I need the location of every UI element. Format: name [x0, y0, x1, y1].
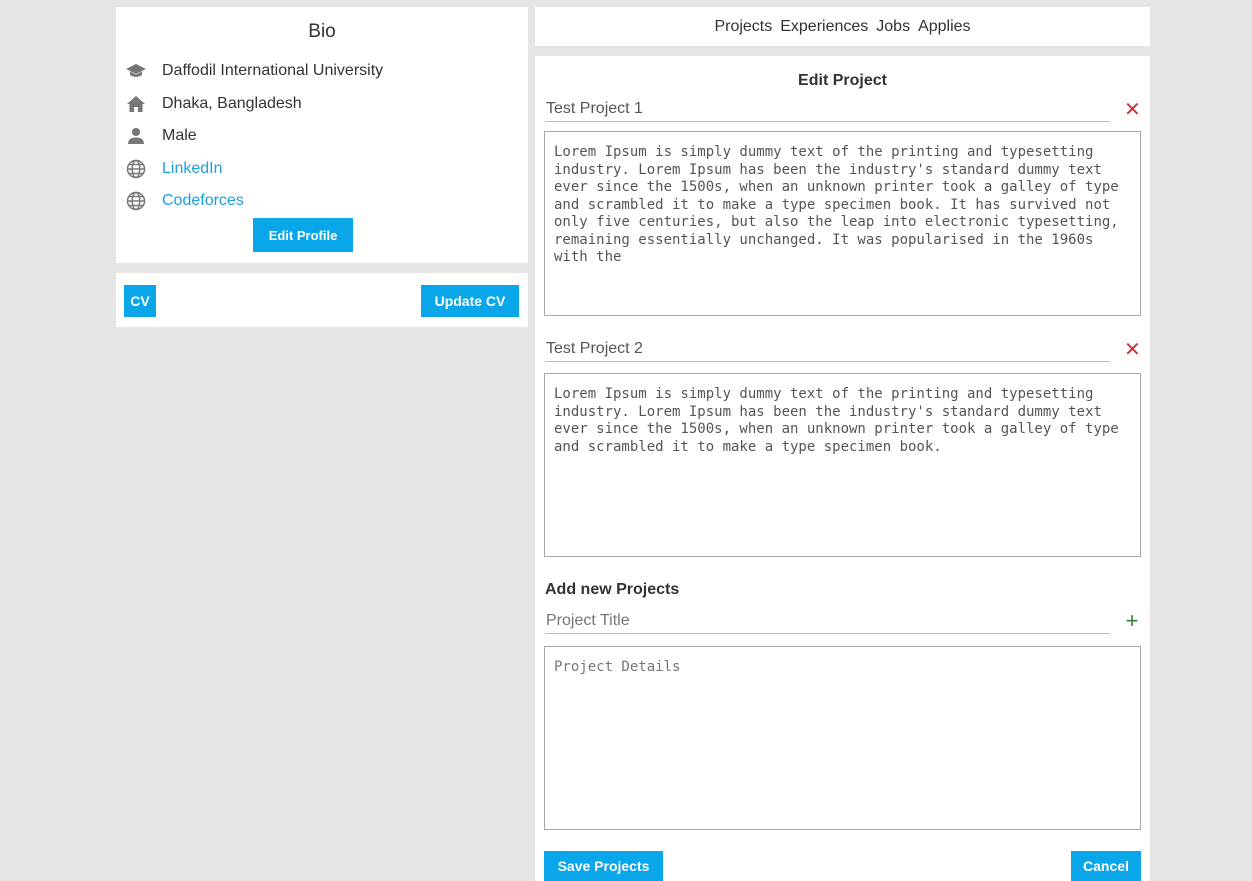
cv-button[interactable]: CV: [124, 285, 156, 317]
bio-university-row: Daffodil International University: [124, 59, 383, 83]
nav-jobs[interactable]: Jobs: [876, 18, 910, 36]
project-2-details-textarea[interactable]: Lorem Ipsum is simply dummy text of the …: [544, 373, 1141, 557]
bio-codeforces-row: Codeforces: [124, 189, 244, 213]
bio-title: Bio: [308, 21, 336, 42]
close-icon[interactable]: ✕: [1124, 100, 1141, 120]
bio-gender: Male: [162, 127, 197, 144]
globe-icon: [124, 191, 148, 211]
bio-university: Daffodil International University: [162, 62, 384, 79]
bio-location-row: Dhaka, Bangladesh: [124, 92, 302, 116]
new-project-title-input[interactable]: [545, 608, 1110, 634]
codeforces-link[interactable]: Codeforces: [162, 192, 244, 210]
edit-project-panel: Edit Project ✕ Lorem Ipsum is simply dum…: [535, 56, 1150, 881]
new-project-details-textarea[interactable]: [544, 646, 1141, 830]
graduation-cap-icon: [124, 61, 148, 81]
update-cv-button[interactable]: Update CV: [421, 285, 519, 317]
nav-experiences[interactable]: Experiences: [780, 18, 868, 36]
edit-profile-button[interactable]: Edit Profile: [253, 218, 353, 252]
close-icon[interactable]: ✕: [1124, 340, 1141, 360]
bio-location: Dhaka, Bangladesh: [162, 95, 302, 112]
nav-applies[interactable]: Applies: [918, 18, 970, 36]
nav-projects[interactable]: Projects: [714, 18, 772, 36]
linkedin-link[interactable]: LinkedIn: [162, 160, 223, 178]
edit-project-heading: Edit Project: [798, 72, 887, 89]
plus-icon[interactable]: +: [1124, 610, 1140, 632]
project-1-title-input[interactable]: [545, 96, 1110, 122]
add-new-projects-heading: Add new Projects: [545, 581, 680, 598]
bio-gender-row: Male: [124, 124, 197, 148]
globe-icon: [124, 159, 148, 179]
save-projects-button[interactable]: Save Projects: [544, 851, 663, 881]
top-nav: Projects Experiences Jobs Applies: [535, 7, 1150, 46]
nav-tabs: Projects Experiences Jobs Applies: [535, 7, 1150, 46]
cancel-button[interactable]: Cancel: [1071, 851, 1141, 881]
bio-panel: Bio Daffodil International University Dh…: [116, 7, 528, 263]
bio-linkedin-row: LinkedIn: [124, 157, 223, 181]
home-icon: [124, 94, 148, 114]
cv-panel: CV Update CV: [116, 273, 528, 327]
project-2-title-input[interactable]: [545, 336, 1110, 362]
project-1-details-textarea[interactable]: Lorem Ipsum is simply dummy text of the …: [544, 131, 1141, 316]
person-icon: [124, 126, 148, 146]
